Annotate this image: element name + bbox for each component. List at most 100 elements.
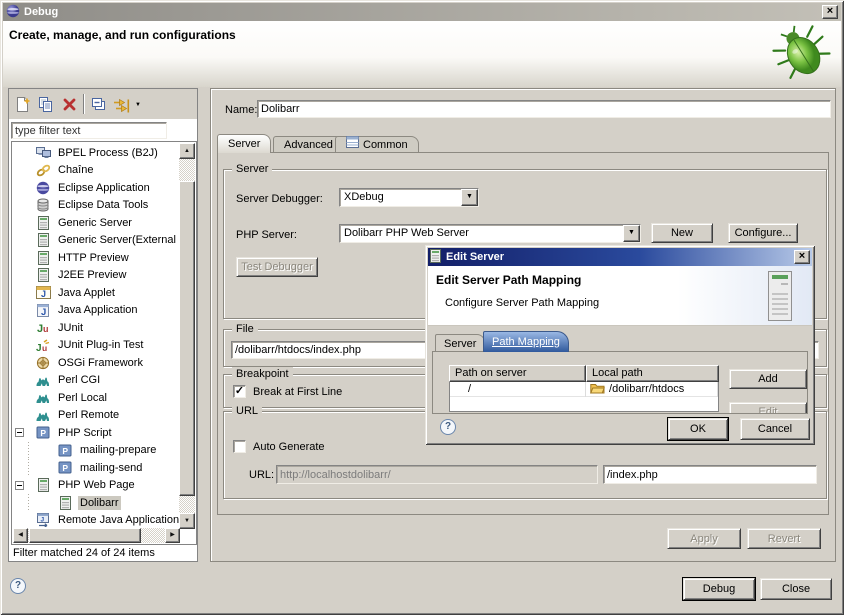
- collapse-minus-icon[interactable]: [15, 481, 24, 490]
- tree-item-osgi-framework[interactable]: OSGi Framework: [13, 354, 179, 372]
- window-titlebar[interactable]: Debug ×: [3, 3, 841, 21]
- edit-server-title: Edit Server: [446, 251, 504, 263]
- new-server-button[interactable]: New: [651, 223, 713, 243]
- auto-generate-checkbox[interactable]: [233, 440, 246, 453]
- type-filter-input[interactable]: [11, 122, 167, 139]
- chain-icon: [35, 163, 51, 178]
- collapse-all-icon[interactable]: [89, 95, 108, 114]
- mapping-table-row[interactable]: //dolibarr/htdocs: [450, 382, 718, 397]
- remote-java-icon: J: [35, 513, 51, 528]
- duplicate-configuration-icon[interactable]: [36, 95, 55, 114]
- debug-configurations-window: Debug × Create, manage, and run configur…: [0, 0, 844, 615]
- tree-item-http-preview[interactable]: HTTP Preview: [13, 249, 179, 267]
- edit-server-tab-path-mapping[interactable]: Path Mapping: [483, 331, 569, 352]
- tree-item-junit-plug-in-test[interactable]: JuJUnit Plug-in Test: [13, 337, 179, 355]
- svg-text:P: P: [40, 428, 46, 438]
- tree-item-label: JUnit: [56, 321, 85, 335]
- help-icon[interactable]: ?: [440, 419, 456, 435]
- php-icon: P: [35, 425, 51, 440]
- tree-item-java-application[interactable]: JJava Application: [13, 302, 179, 320]
- tree-item-label: OSGi Framework: [56, 356, 145, 370]
- tree-item-generic-server[interactable]: Generic Server: [13, 214, 179, 232]
- scroll-down-icon[interactable]: ▼: [179, 513, 195, 529]
- scroll-right-icon[interactable]: ▶: [165, 528, 180, 543]
- scroll-up-icon[interactable]: ▲: [179, 143, 195, 159]
- tab-server[interactable]: Server: [217, 134, 271, 153]
- filter-configurations-icon[interactable]: [112, 95, 131, 114]
- filter-status-text: Filter matched 24 of 24 items: [13, 547, 155, 559]
- php-server-select[interactable]: Dolibarr PHP Web Server ▼: [339, 224, 641, 243]
- revert-button[interactable]: Revert: [747, 528, 821, 549]
- filter-menu-chevron-icon[interactable]: ▼: [135, 102, 141, 108]
- configurations-sidebar: ▼ BPEL Process (B2J)ChaîneEclipse Applic…: [8, 88, 198, 562]
- tree-item-mailing-send[interactable]: Pmailing-send: [13, 459, 179, 477]
- auto-generate-label: Auto Generate: [253, 441, 325, 453]
- hscroll-thumb[interactable]: [29, 528, 141, 543]
- cancel-button[interactable]: Cancel: [740, 418, 810, 440]
- tree-item-perl-remote[interactable]: Perl Remote: [13, 407, 179, 425]
- tree-item-j2ee-preview[interactable]: J2EE Preview: [13, 267, 179, 285]
- delete-configuration-icon[interactable]: [60, 95, 79, 114]
- chevron-down-icon[interactable]: ▼: [623, 225, 640, 242]
- url-path-input[interactable]: [603, 465, 817, 484]
- edit-mapping-button[interactable]: Edit: [729, 402, 807, 414]
- tree-item-label: Eclipse Application: [56, 181, 152, 195]
- php-icon: P: [57, 460, 73, 475]
- column-local-path[interactable]: Local path: [586, 365, 719, 382]
- tree-item-junit[interactable]: JuJUnit: [13, 319, 179, 337]
- apply-button[interactable]: Apply: [667, 528, 741, 549]
- configure-server-button[interactable]: Configure...: [728, 223, 798, 243]
- tree-item-java-applet[interactable]: JJava Applet: [13, 284, 179, 302]
- toolbar-separator: [83, 94, 85, 114]
- tree-item-eclipse-application[interactable]: Eclipse Application: [13, 179, 179, 197]
- ok-button[interactable]: OK: [668, 418, 728, 440]
- tree-item-mailing-prepare[interactable]: Pmailing-prepare: [13, 442, 179, 460]
- tree-item-label: HTTP Preview: [56, 251, 131, 265]
- server-icon: [35, 478, 51, 493]
- tree-item-label: PHP Script: [56, 426, 114, 440]
- svg-text:J: J: [40, 517, 44, 524]
- tree-item-bpel-process-b2j[interactable]: BPEL Process (B2J): [13, 144, 179, 162]
- server-debugger-select[interactable]: XDebug ▼: [339, 188, 479, 207]
- tree-item-eclipse-data-tools[interactable]: Eclipse Data Tools: [13, 197, 179, 215]
- test-debugger-button[interactable]: Test Debugger: [236, 257, 318, 277]
- tree-item-remote-java-application[interactable]: J Remote Java Application: [13, 512, 179, 530]
- chevron-down-icon[interactable]: ▼: [461, 189, 478, 206]
- server-icon: [35, 215, 51, 230]
- tree-item-label: Perl CGI: [56, 373, 102, 387]
- edit-server-tab-server[interactable]: Server: [435, 334, 485, 352]
- svg-text:J: J: [36, 343, 42, 352]
- tree-item-perl-local[interactable]: Perl Local: [13, 389, 179, 407]
- tab-advanced[interactable]: Advanced: [273, 136, 344, 153]
- url-base-input: [276, 465, 598, 484]
- tab-common[interactable]: Common: [335, 136, 419, 153]
- tree-item-perl-cgi[interactable]: Perl CGI: [13, 372, 179, 390]
- tree-item-label: Remote Java Application: [56, 513, 179, 527]
- tree-item-generic-server-external-la[interactable]: Generic Server(External La: [13, 232, 179, 250]
- break-first-line-checkbox[interactable]: [233, 385, 246, 398]
- tree-item-label: Generic Server: [56, 216, 134, 230]
- window-close-button[interactable]: ×: [822, 5, 838, 19]
- edit-server-titlebar[interactable]: Edit Server ×: [428, 248, 812, 266]
- vscroll-thumb[interactable]: [179, 181, 195, 496]
- help-icon[interactable]: ?: [10, 578, 26, 594]
- path-mapping-table: Path on server Local path //dolibarr/htd…: [449, 365, 719, 412]
- column-path-on-server[interactable]: Path on server: [449, 365, 586, 382]
- debug-button[interactable]: Debug: [683, 578, 755, 600]
- edit-server-close-button[interactable]: ×: [794, 250, 810, 264]
- scroll-left-icon[interactable]: ◀: [13, 528, 28, 543]
- add-mapping-button[interactable]: Add: [729, 369, 807, 389]
- edit-server-button-bar: ? OK Cancel: [428, 414, 812, 442]
- tree-item-cha-ne[interactable]: Chaîne: [13, 162, 179, 180]
- url-group-legend: URL: [232, 404, 262, 418]
- tree-item-dolibarr[interactable]: Dolibarr: [13, 494, 179, 512]
- tree-item-php-script[interactable]: P PHP Script: [13, 424, 179, 442]
- close-button[interactable]: Close: [760, 578, 832, 600]
- tree-vscrollbar[interactable]: ▲ ▼: [179, 143, 195, 529]
- tree-hscrollbar[interactable]: ◀ ▶: [13, 528, 180, 543]
- name-input[interactable]: [257, 100, 831, 118]
- tree-item-php-web-page[interactable]: PHP Web Page: [13, 477, 179, 495]
- new-configuration-icon[interactable]: [13, 95, 32, 114]
- server-tower-icon: [762, 270, 798, 325]
- collapse-minus-icon[interactable]: [15, 428, 24, 437]
